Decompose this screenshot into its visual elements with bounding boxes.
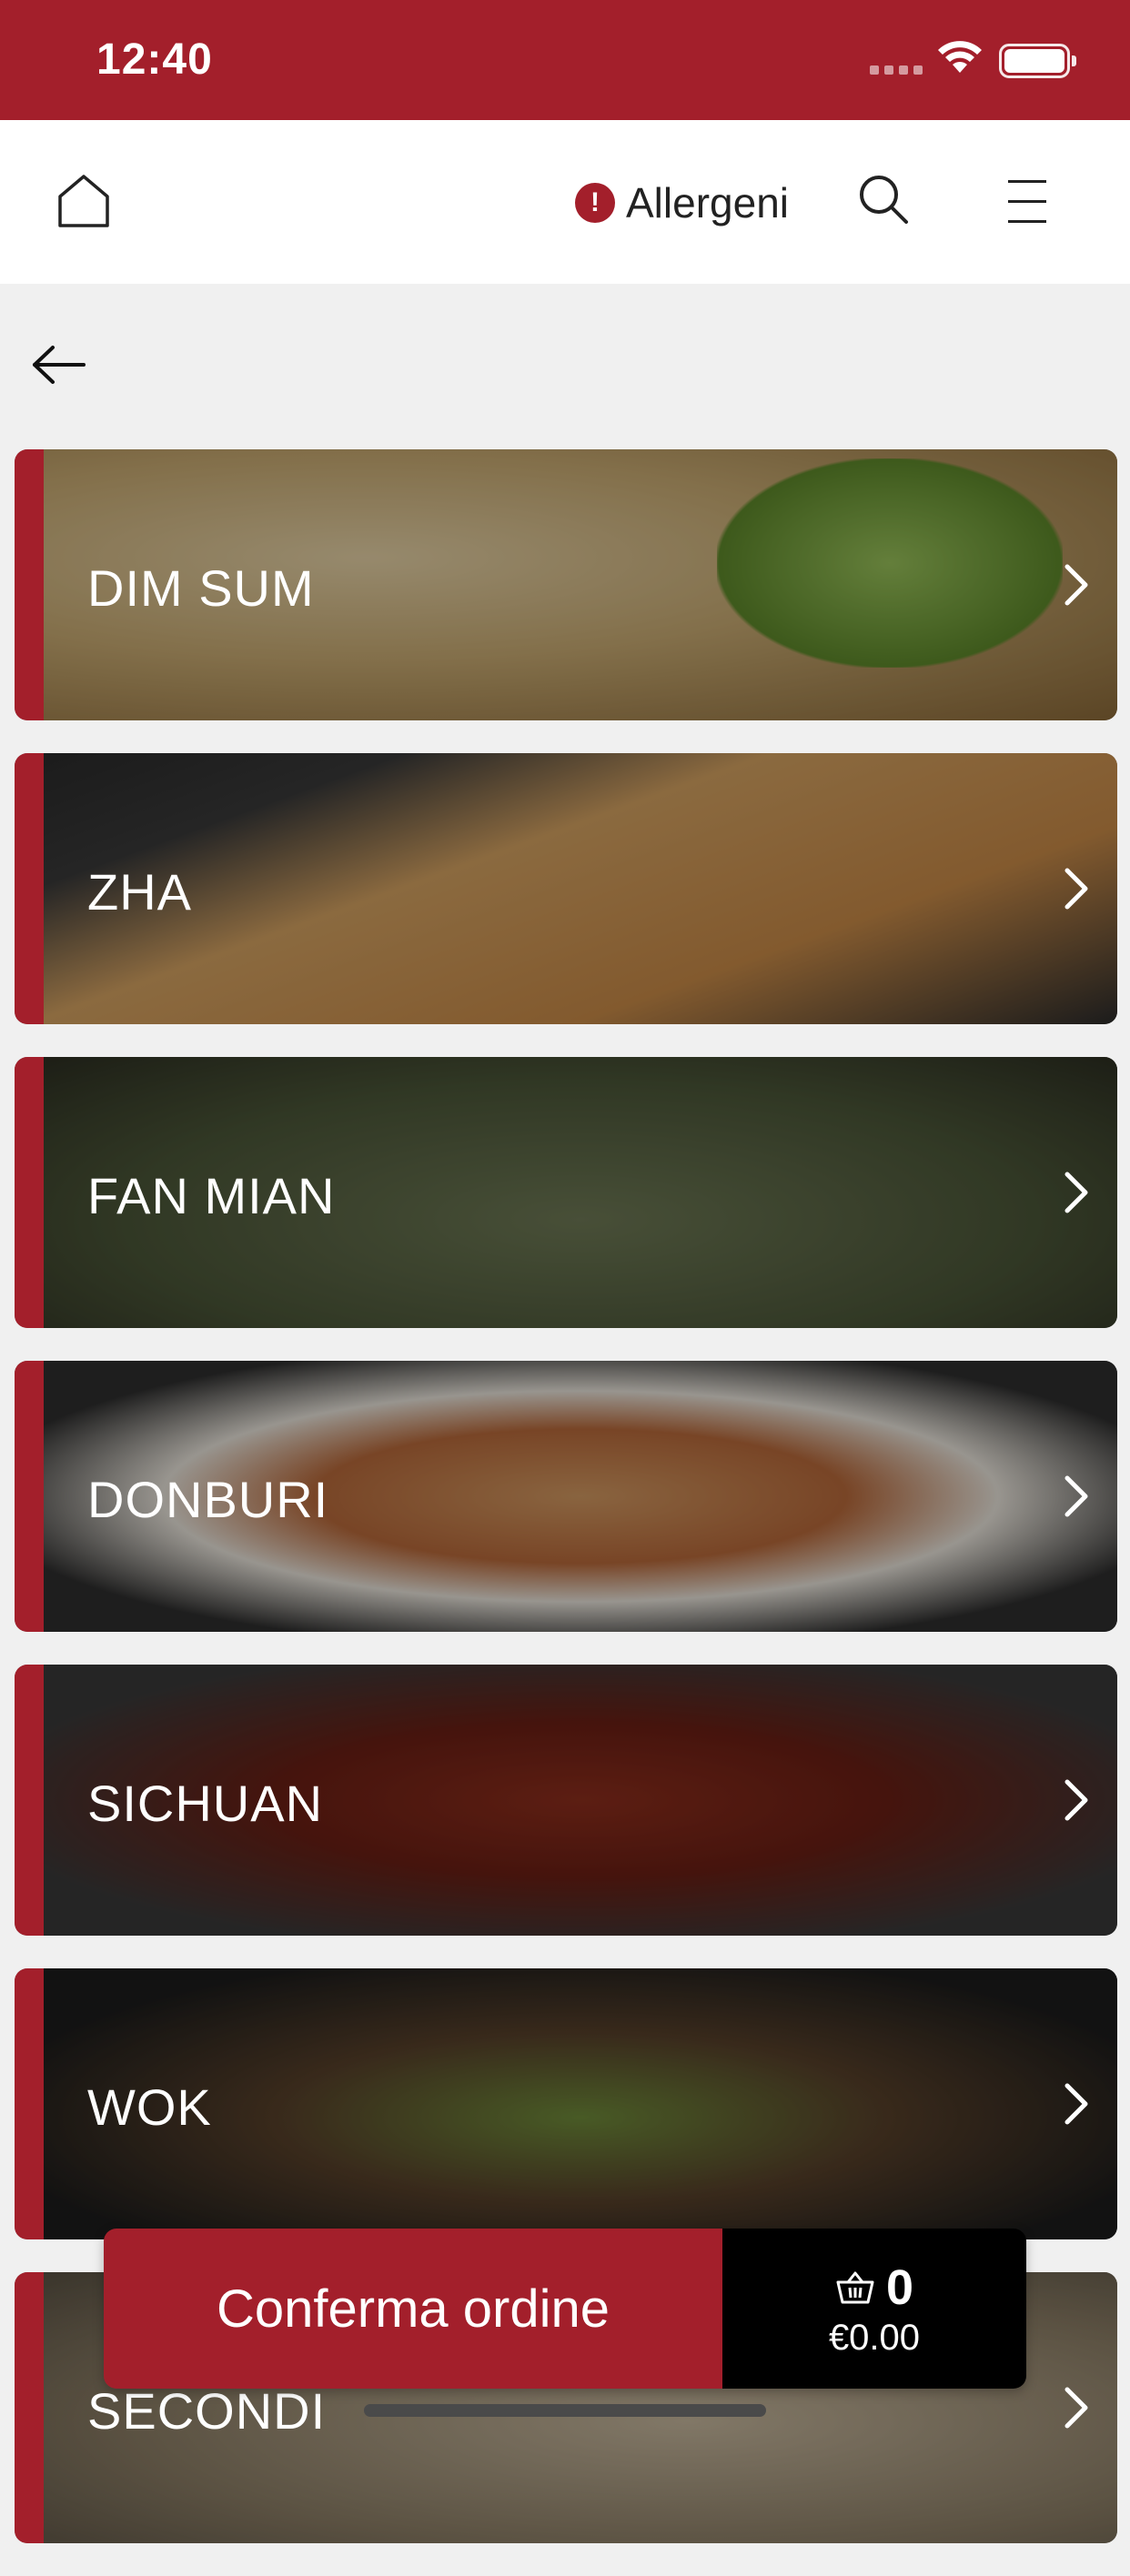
category-label: FAN MIAN [87,1167,336,1224]
category-item-fan-mian[interactable]: FAN MIAN [15,1057,1117,1328]
chevron-right-icon [1064,868,1088,910]
battery-icon [999,44,1076,78]
cellular-signal-icon [870,65,923,75]
category-item-sichuan[interactable]: SICHUAN [15,1665,1117,1936]
category-accent-bar [15,753,44,1024]
category-label: ZHA [87,863,192,921]
cart-button[interactable]: 0 €0.00 [722,2229,1026,2389]
chevron-right-icon [1064,1475,1088,1517]
wifi-icon [935,40,984,81]
cart-count: 0 [885,2259,914,2315]
allergens-label: Allergeni [626,179,789,226]
allergens-button[interactable]: ! Allergeni [575,178,789,227]
alert-icon: ! [575,183,615,223]
chevron-right-icon [1064,2387,1088,2429]
chevron-right-icon [1064,1172,1088,1213]
search-icon[interactable] [857,173,912,232]
category-label: WOK [87,2078,212,2136]
basket-icon [836,2271,874,2303]
back-arrow-icon[interactable] [31,344,87,390]
confirm-order-button[interactable]: Conferma ordine [104,2229,722,2389]
category-accent-bar [15,1968,44,2239]
category-accent-bar [15,1665,44,1936]
category-item-wok[interactable]: WOK [15,1968,1117,2239]
category-label: SICHUAN [87,1775,324,1832]
category-label: DONBURI [87,1471,329,1528]
chevron-right-icon [1064,564,1088,606]
home-indicator [364,2404,766,2417]
category-accent-bar [15,1057,44,1328]
category-item-dim-sum[interactable]: DIM SUM [15,449,1117,720]
back-bar [0,284,1130,449]
category-accent-bar [15,2272,44,2543]
category-accent-bar [15,449,44,720]
category-label: SECONDI [87,2382,327,2440]
category-label: DIM SUM [87,559,315,617]
home-icon[interactable] [56,173,111,234]
chevron-right-icon [1064,1779,1088,1821]
status-bar: 12:40 [0,0,1130,120]
status-time: 12:40 [96,35,213,84]
cart-total: €0.00 [828,2317,921,2358]
category-accent-bar [15,1361,44,1632]
chevron-right-icon [1064,2083,1088,2125]
order-bar: Conferma ordine 0 €0.00 [104,2229,1026,2389]
category-item-zha[interactable]: ZHA [15,753,1117,1024]
hamburger-menu-icon[interactable] [1008,180,1046,240]
top-nav: ! Allergeni [0,120,1130,284]
category-item-donburi[interactable]: DONBURI [15,1361,1117,1632]
